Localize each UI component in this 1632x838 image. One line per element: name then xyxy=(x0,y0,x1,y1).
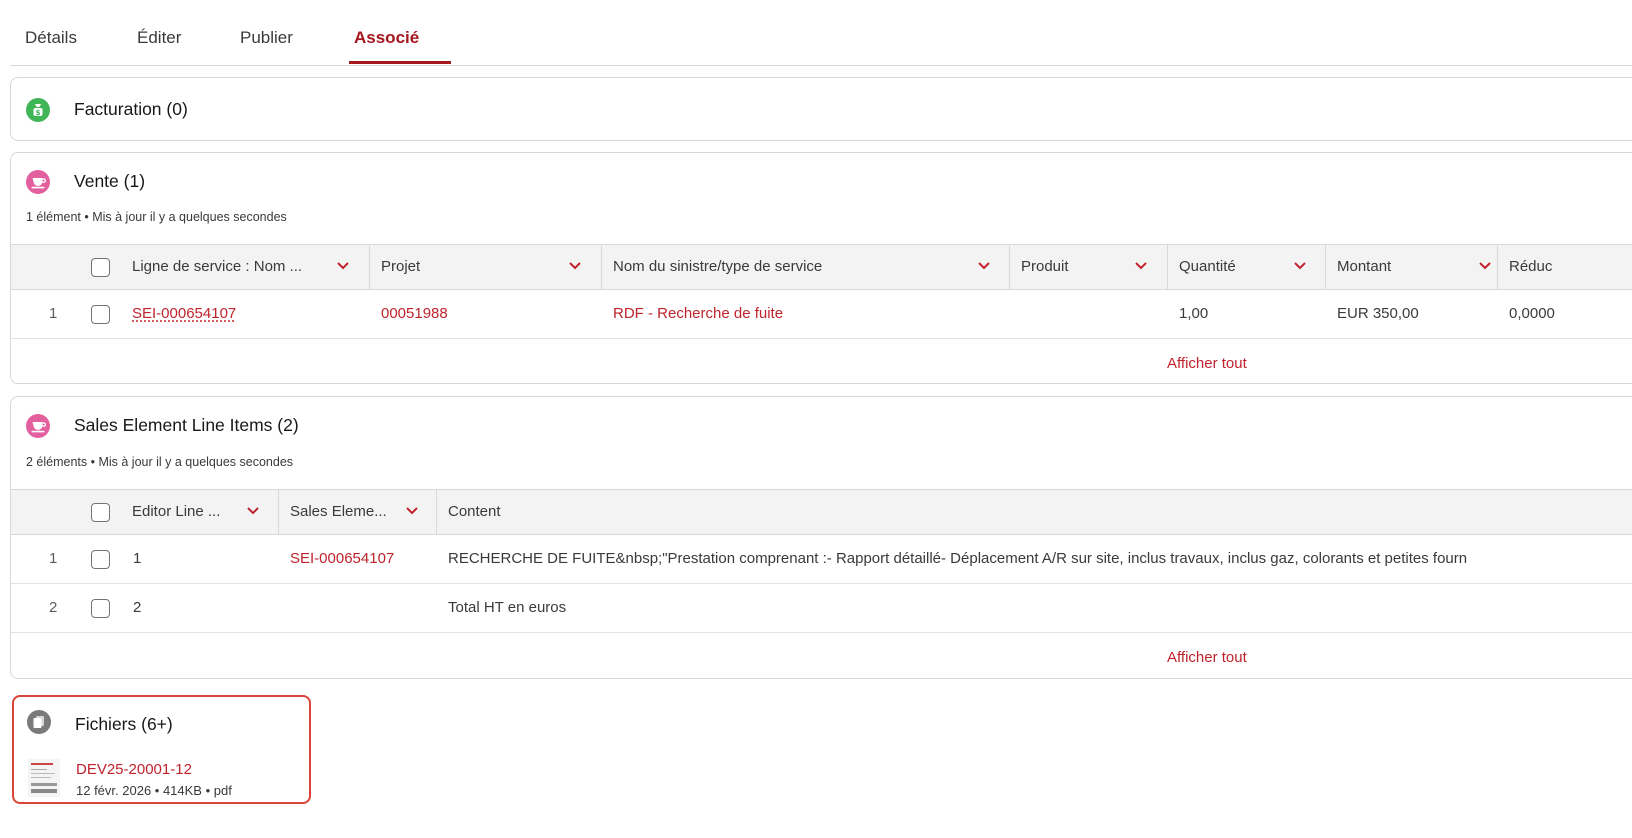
row-checkbox[interactable] xyxy=(91,305,110,324)
cup-icon xyxy=(26,414,50,438)
chevron-down-icon[interactable] xyxy=(246,506,260,516)
tab-associe[interactable]: Associé xyxy=(354,28,419,48)
files-title[interactable]: Fichiers (6+) xyxy=(75,714,173,735)
vente-title[interactable]: Vente (1) xyxy=(74,171,145,192)
row-checkbox[interactable] xyxy=(91,599,110,618)
facturation-card: $ Facturation (0) xyxy=(10,77,1632,141)
money-bag-icon: $ xyxy=(26,98,50,122)
pdf-thumbnail[interactable] xyxy=(28,759,60,797)
col-content[interactable]: Content xyxy=(448,490,648,534)
svg-text:$: $ xyxy=(36,109,41,117)
file-name-link[interactable]: DEV25-20001-12 xyxy=(76,761,192,778)
sales-show-all-link[interactable]: Afficher tout xyxy=(1167,649,1247,666)
sales-element-link[interactable]: SEI-000654107 xyxy=(290,535,394,583)
ligne-de-service-link[interactable]: SEI-000654107 xyxy=(132,290,236,338)
sales-line-items-card: Sales Element Line Items (2) 2 éléments … xyxy=(10,396,1632,679)
montant-cell: EUR 350,00 xyxy=(1337,305,1419,322)
col-montant[interactable]: Montant xyxy=(1337,245,1457,289)
facturation-title[interactable]: Facturation (0) xyxy=(74,99,188,120)
chevron-down-icon[interactable] xyxy=(405,506,419,516)
table-row: 1 1 SEI-000654107 RECHERCHE DE FUITE&nbs… xyxy=(11,535,1632,584)
tab-editer[interactable]: Éditer xyxy=(137,28,181,48)
chevron-down-icon[interactable] xyxy=(1293,261,1307,271)
col-produit[interactable]: Produit xyxy=(1021,245,1121,289)
vente-table-header: Ligne de service : Nom ... Projet Nom du… xyxy=(11,244,1632,290)
sales-title[interactable]: Sales Element Line Items (2) xyxy=(74,415,299,436)
chevron-down-icon[interactable] xyxy=(568,261,582,271)
col-editor-line[interactable]: Editor Line ... xyxy=(132,490,237,534)
row-number: 1 xyxy=(49,305,58,322)
quantite-cell: 1,00 xyxy=(1179,305,1209,322)
row-number: 2 xyxy=(49,599,58,616)
editor-line-cell: 1 xyxy=(133,550,142,567)
chevron-down-icon[interactable] xyxy=(1134,261,1148,271)
content-cell: RECHERCHE DE FUITE&nbsp;"Prestation comp… xyxy=(448,550,1468,567)
files-icon xyxy=(27,710,51,734)
col-sales-element[interactable]: Sales Eleme... xyxy=(290,490,400,534)
editor-line-cell: 2 xyxy=(133,599,142,616)
active-tab-indicator xyxy=(349,61,451,64)
files-card: Fichiers (6+) DEV25-20001-12 12 févr. 20… xyxy=(12,695,311,804)
row-checkbox[interactable] xyxy=(91,550,110,569)
vente-card: Vente (1) 1 élément • Mis à jour il y a … xyxy=(10,152,1632,384)
table-row: 2 2 Total HT en euros xyxy=(11,584,1632,633)
tab-publier[interactable]: Publier xyxy=(240,28,293,48)
content-cell: Total HT en euros xyxy=(448,599,567,616)
sales-subtitle: 2 éléments • Mis à jour il y a quelques … xyxy=(26,455,294,469)
col-ligne-de-service[interactable]: Ligne de service : Nom ... xyxy=(132,245,337,289)
sales-table-header: Editor Line ... Sales Eleme... Content xyxy=(11,489,1632,535)
chevron-down-icon[interactable] xyxy=(336,261,350,271)
record-tabs: Détails Éditer Publier Associé xyxy=(10,0,1632,66)
table-row: 1 SEI-000654107 00051988 RDF - Recherche… xyxy=(11,290,1632,339)
col-nom-sinistre[interactable]: Nom du sinistre/type de service xyxy=(613,245,963,289)
col-projet[interactable]: Projet xyxy=(381,245,551,289)
cup-icon xyxy=(26,170,50,194)
chevron-down-icon[interactable] xyxy=(977,261,991,271)
select-all-checkbox[interactable] xyxy=(91,258,110,277)
vente-show-all-link[interactable]: Afficher tout xyxy=(1167,355,1247,372)
row-number: 1 xyxy=(49,550,58,567)
col-reduction[interactable]: Réduc xyxy=(1509,245,1589,289)
select-all-checkbox[interactable] xyxy=(91,503,110,522)
col-quantite[interactable]: Quantité xyxy=(1179,245,1279,289)
file-meta: 12 févr. 2026 • 414KB • pdf xyxy=(76,783,232,798)
reduction-cell: 0,0000 xyxy=(1509,305,1555,322)
sinistre-link[interactable]: RDF - Recherche de fuite xyxy=(613,290,783,338)
tab-details[interactable]: Détails xyxy=(25,28,77,48)
projet-link[interactable]: 00051988 xyxy=(381,290,448,338)
vente-subtitle: 1 élément • Mis à jour il y a quelques s… xyxy=(26,210,287,224)
chevron-down-icon[interactable] xyxy=(1478,261,1492,271)
